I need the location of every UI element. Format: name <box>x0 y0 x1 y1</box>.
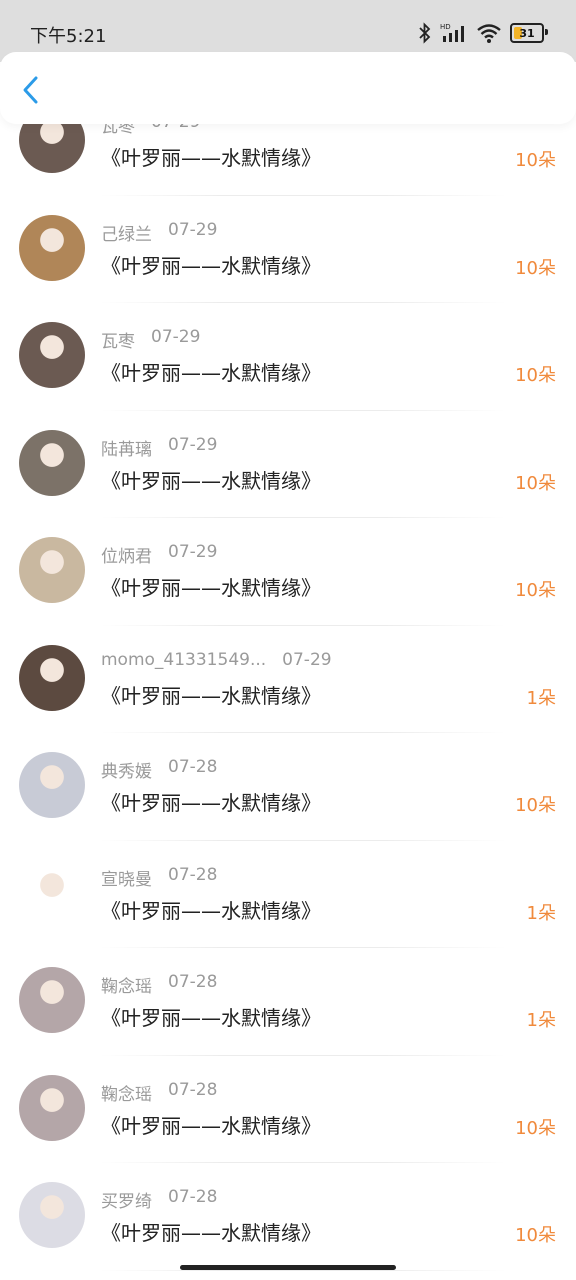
flower-amount: 10朵 <box>515 365 556 386</box>
list-item[interactable]: 陆苒璃 07-29 《叶罗丽——水默情缘》 10朵 <box>0 411 576 518</box>
nav-bar <box>0 52 576 124</box>
avatar[interactable] <box>19 322 85 388</box>
gift-date: 07-29 <box>168 434 218 455</box>
list-item[interactable]: 鞠念瑶 07-28 《叶罗丽——水默情缘》 10朵 <box>0 1056 576 1163</box>
status-icons: HD 31 <box>418 20 548 46</box>
gift-date: 07-28 <box>168 757 218 777</box>
avatar[interactable] <box>19 1182 85 1248</box>
list-item[interactable]: 瓦枣 07-29 《叶罗丽——水默情缘》 10朵 <box>0 303 576 411</box>
list-item[interactable]: 宣晓曼 07-28 《叶罗丽——水默情缘》 1朵 <box>0 841 576 948</box>
chevron-left-icon <box>23 76 38 104</box>
user-name[interactable]: momo_41331549... <box>101 650 266 670</box>
avatar[interactable] <box>19 537 85 603</box>
list-item[interactable]: 典秀媛 07-28 《叶罗丽——水默情缘》 10朵 <box>0 733 576 841</box>
work-title: 《叶罗丽——水默情缘》 <box>101 1006 321 1030</box>
flower-amount: 10朵 <box>515 1117 556 1139</box>
item-meta: momo_41331549... 07-29 <box>101 650 332 670</box>
status-time: 下午5:21 <box>30 26 107 47</box>
avatar[interactable] <box>19 967 85 1033</box>
list-item[interactable]: 鞠念瑶 07-28 《叶罗丽——水默情缘》 1朵 <box>0 948 576 1056</box>
work-title: 《叶罗丽——水默情缘》 <box>101 1221 321 1245</box>
gift-list: 瓦枣07-29《叶罗丽——水默情缘》10朵己绿兰07-29《叶罗丽——水默情缘》… <box>0 107 576 1271</box>
avatar[interactable] <box>19 214 85 281</box>
work-title: 《叶罗丽——水默情缘》 <box>101 576 321 600</box>
list-item[interactable]: 己绿兰 07-29 《叶罗丽——水默情缘》 10朵 <box>0 196 576 303</box>
work-title: 《叶罗丽——水默情缘》 <box>101 146 321 170</box>
battery-icon: 31 <box>510 23 548 43</box>
gift-date: 07-28 <box>168 864 218 885</box>
back-button[interactable] <box>16 74 48 106</box>
item-meta: 瓦枣 07-29 <box>101 327 200 352</box>
item-meta: 鞠念瑶 07-28 <box>101 972 217 997</box>
item-meta: 买罗绮 07-28 <box>101 1187 217 1212</box>
list-item[interactable]: 位炳君 07-29 《叶罗丽——水默情缘》 10朵 <box>0 518 576 626</box>
user-name[interactable]: 宣晓曼 <box>101 865 152 890</box>
work-title: 《叶罗丽——水默情缘》 <box>101 898 321 923</box>
user-name[interactable]: 鞠念瑶 <box>101 1080 152 1105</box>
avatar[interactable] <box>19 1074 85 1141</box>
flower-amount: 10朵 <box>515 795 556 816</box>
user-name[interactable]: 己绿兰 <box>101 220 152 245</box>
user-name[interactable]: 陆苒璃 <box>101 435 152 460</box>
signal-icon: HD <box>440 23 464 42</box>
flower-amount: 10朵 <box>515 472 556 494</box>
avatar[interactable] <box>19 752 85 818</box>
bluetooth-icon <box>419 22 431 44</box>
avatar[interactable] <box>19 859 85 926</box>
svg-text:HD: HD <box>440 23 451 31</box>
item-meta: 己绿兰 07-29 <box>101 220 217 245</box>
home-indicator[interactable] <box>180 1265 396 1270</box>
gift-date: 07-28 <box>168 972 218 992</box>
gift-date: 07-29 <box>151 327 201 347</box>
work-title: 《叶罗丽——水默情缘》 <box>101 683 321 708</box>
work-title: 《叶罗丽——水默情缘》 <box>101 253 321 278</box>
list-item[interactable]: 买罗绮 07-28 《叶罗丽——水默情缘》 10朵 <box>0 1163 576 1271</box>
flower-amount: 10朵 <box>515 580 556 601</box>
gift-date: 07-29 <box>282 649 332 670</box>
avatar[interactable] <box>19 644 85 711</box>
battery-level: 31 <box>519 26 535 40</box>
flower-amount: 1朵 <box>526 1010 556 1031</box>
item-meta: 位炳君 07-29 <box>101 542 217 567</box>
user-name[interactable]: 买罗绮 <box>101 1187 152 1212</box>
flower-amount: 10朵 <box>515 150 556 171</box>
flower-amount: 1朵 <box>526 687 556 709</box>
gift-date: 07-29 <box>168 219 218 240</box>
work-title: 《叶罗丽——水默情缘》 <box>101 791 321 815</box>
user-name[interactable]: 典秀媛 <box>101 757 152 782</box>
flower-amount: 10朵 <box>515 1225 556 1246</box>
work-title: 《叶罗丽——水默情缘》 <box>101 468 321 493</box>
item-meta: 典秀媛 07-28 <box>101 757 217 782</box>
gift-date: 07-29 <box>168 542 218 562</box>
item-meta: 陆苒璃 07-29 <box>101 435 217 460</box>
work-title: 《叶罗丽——水默情缘》 <box>101 361 321 385</box>
gift-date: 07-28 <box>168 1187 218 1207</box>
list-item[interactable]: momo_41331549... 07-29 《叶罗丽——水默情缘》 1朵 <box>0 626 576 733</box>
item-meta: 宣晓曼 07-28 <box>101 865 217 890</box>
flower-amount: 10朵 <box>515 257 556 279</box>
user-name[interactable]: 鞠念瑶 <box>101 972 152 997</box>
item-meta: 鞠念瑶 07-28 <box>101 1080 217 1105</box>
wifi-icon <box>477 24 501 43</box>
flower-amount: 1朵 <box>526 902 556 924</box>
avatar[interactable] <box>19 429 85 496</box>
work-title: 《叶罗丽——水默情缘》 <box>101 1113 321 1138</box>
gift-date: 07-28 <box>168 1079 218 1100</box>
user-name[interactable]: 位炳君 <box>101 542 152 567</box>
user-name[interactable]: 瓦枣 <box>101 327 135 352</box>
